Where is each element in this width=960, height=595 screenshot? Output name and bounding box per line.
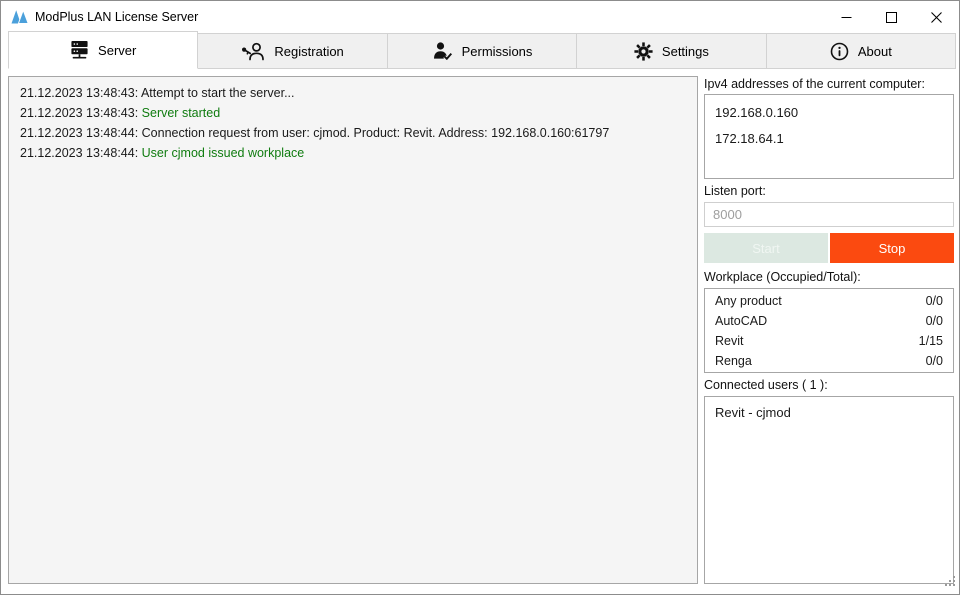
close-icon xyxy=(931,12,942,23)
log-entry: 21.12.2023 13:48:43: Attempt to start th… xyxy=(20,83,686,103)
listen-port-label: Listen port: xyxy=(704,184,954,198)
minimize-icon xyxy=(841,12,852,23)
ipv4-address-item: 192.168.0.160 xyxy=(715,100,943,126)
workplace-row: Revit 1/15 xyxy=(705,331,953,351)
window-title: ModPlus LAN License Server xyxy=(35,1,198,33)
ipv4-address-item: 172.18.64.1 xyxy=(715,126,943,152)
tab-server-label: Server xyxy=(98,43,136,58)
resize-grip[interactable] xyxy=(943,574,956,592)
workplace-count: 0/0 xyxy=(926,311,943,331)
workplace-product: AutoCAD xyxy=(715,311,767,331)
close-button[interactable] xyxy=(914,1,959,33)
start-server-button[interactable]: Start xyxy=(704,233,828,263)
workplace-row: AutoCAD 0/0 xyxy=(705,311,953,331)
workplace-table[interactable]: Any product 0/0 AutoCAD 0/0 Revit 1/15 R… xyxy=(704,288,954,373)
tab-settings[interactable]: Settings xyxy=(576,33,766,69)
minimize-button[interactable] xyxy=(824,1,869,33)
log-entry: 21.12.2023 13:48:43: Server started xyxy=(20,103,686,123)
workplace-row: Any product 0/0 xyxy=(705,291,953,311)
tab-settings-label: Settings xyxy=(662,44,709,59)
workplace-product: Renga xyxy=(715,351,752,371)
tab-about-label: About xyxy=(858,44,892,59)
maximize-icon xyxy=(886,12,897,23)
user-check-icon xyxy=(432,42,453,60)
gear-icon xyxy=(634,42,653,61)
log-entry: 21.12.2023 13:48:44: Connection request … xyxy=(20,123,686,143)
app-window: ModPlus LAN License Server xyxy=(0,0,960,595)
connected-user-item: Revit - cjmod xyxy=(715,405,943,420)
tab-permissions-label: Permissions xyxy=(462,44,533,59)
listen-port-input[interactable] xyxy=(704,202,954,227)
tab-registration-label: Registration xyxy=(274,44,343,59)
modplus-logo-icon xyxy=(11,9,29,29)
ipv4-address-list[interactable]: 192.168.0.160 172.18.64.1 xyxy=(704,94,954,179)
stop-server-button[interactable]: Stop xyxy=(830,233,954,263)
key-user-icon xyxy=(241,42,265,61)
server-icon xyxy=(70,40,89,60)
tab-registration[interactable]: Registration xyxy=(197,33,387,69)
tab-permissions[interactable]: Permissions xyxy=(387,33,577,69)
log-entry: 21.12.2023 13:48:44: User cjmod issued w… xyxy=(20,143,686,163)
ipv4-label: Ipv4 addresses of the current computer: xyxy=(704,77,954,91)
workplace-count: 1/15 xyxy=(919,331,943,351)
workplace-label: Workplace (Occupied/Total): xyxy=(704,270,954,284)
workplace-row: Renga 0/0 xyxy=(705,351,953,371)
workplace-count: 0/0 xyxy=(926,351,943,371)
server-log[interactable]: 21.12.2023 13:48:43: Attempt to start th… xyxy=(8,76,698,584)
tab-server[interactable]: Server xyxy=(8,31,198,69)
info-icon xyxy=(830,42,849,61)
workplace-product: Any product xyxy=(715,291,782,311)
connected-users-list[interactable]: Revit - cjmod xyxy=(704,396,954,584)
workplace-product: Revit xyxy=(715,331,743,351)
title-bar: ModPlus LAN License Server xyxy=(1,1,959,33)
workplace-count: 0/0 xyxy=(926,291,943,311)
maximize-button[interactable] xyxy=(869,1,914,33)
connected-users-label: Connected users ( 1 ): xyxy=(704,378,954,392)
tab-strip: Server Registration xyxy=(8,33,956,69)
tab-about[interactable]: About xyxy=(766,33,956,69)
